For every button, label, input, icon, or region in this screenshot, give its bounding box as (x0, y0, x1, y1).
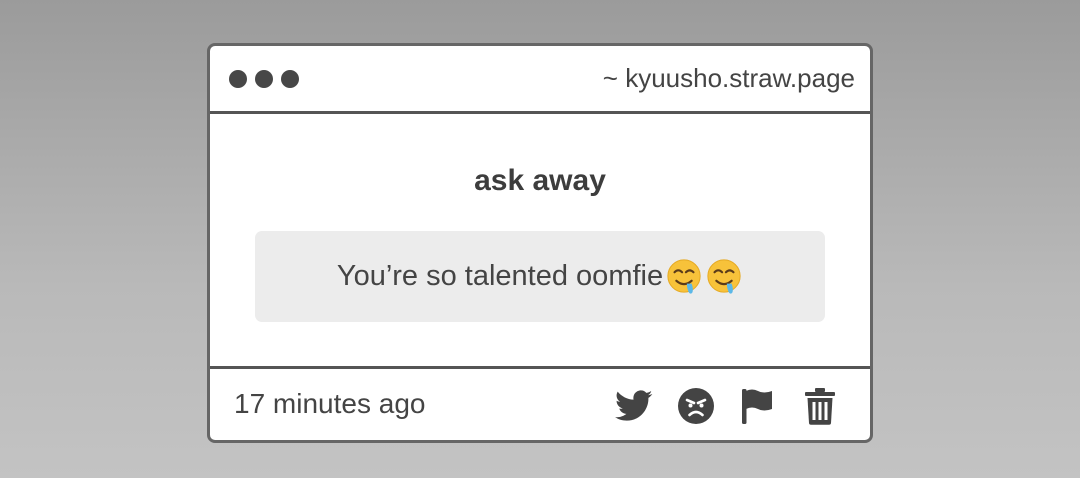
drooling-face-emoji-icon (667, 258, 701, 294)
twitter-icon[interactable] (614, 386, 654, 426)
window-dot-icon (281, 70, 299, 88)
drooling-face-emoji-icon (707, 258, 741, 294)
card-footer: 17 minutes ago (210, 366, 870, 440)
message-box: You’re so talented oomfie (255, 231, 825, 322)
timestamp: 17 minutes ago (234, 388, 426, 419)
trash-icon[interactable] (800, 386, 840, 426)
message-text: You’re so talented oomfie (336, 260, 664, 292)
page-url: ~ kyuusho.straw.page (602, 63, 855, 93)
window-titlebar: ~ kyuusho.straw.page (210, 46, 870, 114)
window-dot-icon (255, 70, 273, 88)
window-controls (229, 70, 299, 88)
prompt-heading: ask away (474, 164, 606, 197)
browser-window: ~ kyuusho.straw.page ask away You’re so … (207, 43, 873, 443)
window-dot-icon (229, 70, 247, 88)
flag-icon[interactable] (738, 386, 778, 426)
angry-face-icon[interactable] (676, 386, 716, 426)
action-bar (614, 386, 840, 426)
question-card: ask away You’re so talented oomfie (210, 114, 870, 366)
